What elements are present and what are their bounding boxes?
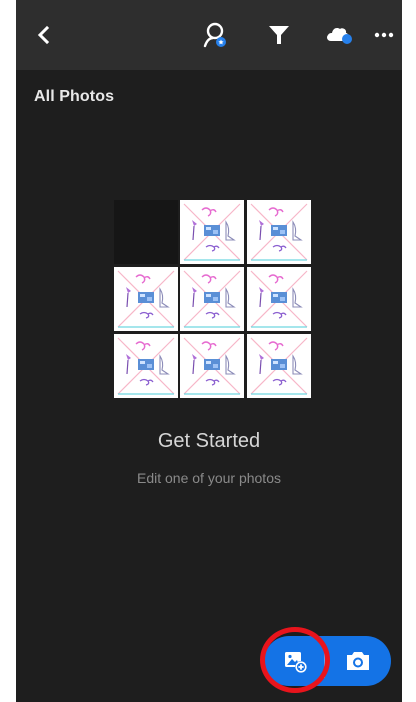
sample-photo-thumbnail[interactable]: [247, 200, 311, 264]
empty-state-heading: Get Started: [157, 430, 261, 452]
fab-divider: [324, 644, 325, 678]
add-photo-icon: [285, 652, 307, 673]
sample-photo-thumbnail[interactable]: [114, 334, 178, 398]
empty-state-subtext: Edit one of your photos: [137, 470, 281, 486]
filter-funnel-icon: [269, 26, 289, 44]
camera-icon: [347, 652, 369, 670]
people-search-icon: [203, 22, 226, 48]
sample-photo-illustration: [180, 267, 244, 331]
back-button[interactable]: [26, 17, 62, 53]
sample-photo-thumbnail[interactable]: [180, 200, 244, 264]
app-screen: All Photos Get Started Edit one of your …: [16, 0, 402, 702]
cloud-sync-button[interactable]: [322, 17, 358, 53]
sample-photo-thumbnail[interactable]: [114, 267, 178, 331]
sample-photo-illustration: [114, 334, 178, 398]
more-options-button[interactable]: [366, 17, 402, 53]
sample-photo-thumbnail[interactable]: [180, 267, 244, 331]
people-search-button[interactable]: [197, 17, 233, 53]
sample-photo-illustration: [114, 267, 178, 331]
cloud-sync-icon: [327, 28, 352, 44]
sample-photo-illustration: [247, 334, 311, 398]
sample-photo-illustration: [247, 267, 311, 331]
more-ellipsis-icon: [374, 32, 394, 38]
sample-thumbnail-grid: [114, 200, 311, 398]
page-title: All Photos: [34, 88, 115, 105]
sample-photo-thumbnail[interactable]: [247, 267, 311, 331]
sample-photo-thumbnail[interactable]: [180, 334, 244, 398]
filter-button[interactable]: [261, 17, 297, 53]
sample-photo-illustration: [180, 334, 244, 398]
add-photo-button[interactable]: [266, 638, 324, 684]
chevron-left-icon: [37, 25, 50, 45]
sample-photo-illustration: [180, 200, 244, 264]
empty-thumbnail-slot: [114, 200, 178, 264]
top-app-bar: [16, 0, 402, 70]
camera-button[interactable]: [328, 638, 388, 684]
sample-photo-thumbnail[interactable]: [247, 334, 311, 398]
sample-photo-illustration: [247, 200, 311, 264]
